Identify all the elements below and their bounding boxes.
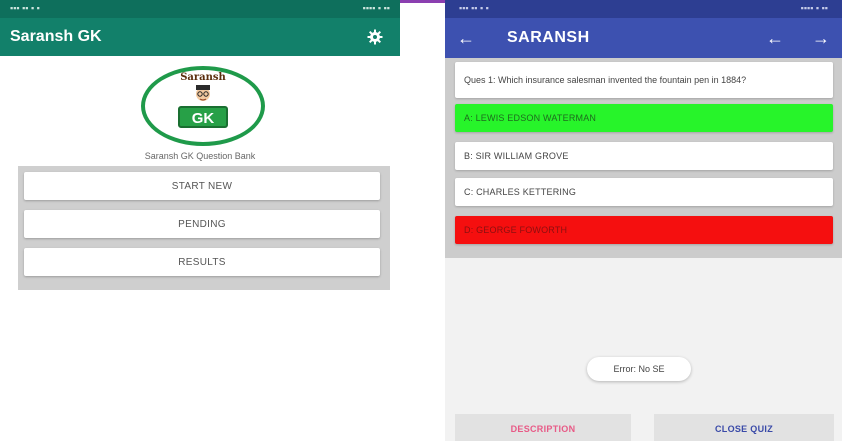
menu-panel: START NEW PENDING RESULTS — [18, 166, 390, 290]
status-bar: ▪▪▪ ▪▪ ▪ ▪ ▪▪▪▪ ▪ ▪▪ — [445, 0, 842, 18]
student-avatar-icon — [191, 85, 215, 103]
question-panel: Ques 1: Which insurance salesman invente… — [445, 58, 842, 258]
next-question-icon[interactable]: → — [812, 28, 830, 49]
status-right: ▪▪▪▪ ▪ ▪▪ — [362, 3, 390, 13]
logo-text: Saransh — [180, 72, 226, 83]
option-b[interactable]: B: SIR WILLIAM GROVE — [455, 142, 833, 170]
close-quiz-button[interactable]: CLOSE QUIZ — [654, 414, 834, 441]
quiz-lower-area: Error: No SE DESCRIPTION CLOSE QUIZ — [445, 258, 842, 441]
prev-question-icon[interactable]: ← — [766, 28, 784, 49]
question-text: Ques 1: Which insurance salesman invente… — [455, 62, 833, 98]
option-a[interactable]: A: LEWIS EDSON WATERMAN — [455, 104, 833, 132]
logo-caption: Saransh GK Question Bank — [144, 151, 256, 161]
status-bar: ▪▪▪ ▪▪ ▪ ▪ ▪▪▪▪ ▪ ▪▪ — [0, 0, 400, 18]
option-d[interactable]: D: GEORGE FOWORTH — [455, 216, 833, 244]
app-title: Saransh GK — [10, 28, 102, 45]
left-phone-screen: ▪▪▪ ▪▪ ▪ ▪ ▪▪▪▪ ▪ ▪▪ Saransh GK Saransh … — [0, 0, 400, 441]
error-toast: Error: No SE — [587, 357, 691, 381]
back-arrow-icon[interactable]: ← — [457, 28, 477, 49]
right-phone-screen: ▪▪▪ ▪▪ ▪ ▪ ▪▪▪▪ ▪ ▪▪ ← SARANSH ← → Ques … — [445, 0, 842, 441]
description-button[interactable]: DESCRIPTION — [455, 414, 631, 441]
status-left: ▪▪▪ ▪▪ ▪ ▪ — [459, 3, 489, 13]
quiz-title: SARANSH — [507, 29, 590, 46]
gear-icon[interactable] — [364, 26, 386, 48]
quiz-app-bar: ← SARANSH ← → — [445, 18, 842, 58]
results-button[interactable]: RESULTS — [24, 248, 380, 276]
start-new-button[interactable]: START NEW — [24, 172, 380, 200]
logo-badge: GK — [178, 106, 228, 128]
pending-button[interactable]: PENDING — [24, 210, 380, 238]
app-logo: Saransh GK — [141, 66, 265, 146]
app-bar: Saransh GK — [0, 18, 400, 56]
status-left: ▪▪▪ ▪▪ ▪ ▪ — [10, 3, 40, 13]
option-c[interactable]: C: CHARLES KETTERING — [455, 178, 833, 206]
status-right: ▪▪▪▪ ▪ ▪▪ — [800, 3, 828, 13]
